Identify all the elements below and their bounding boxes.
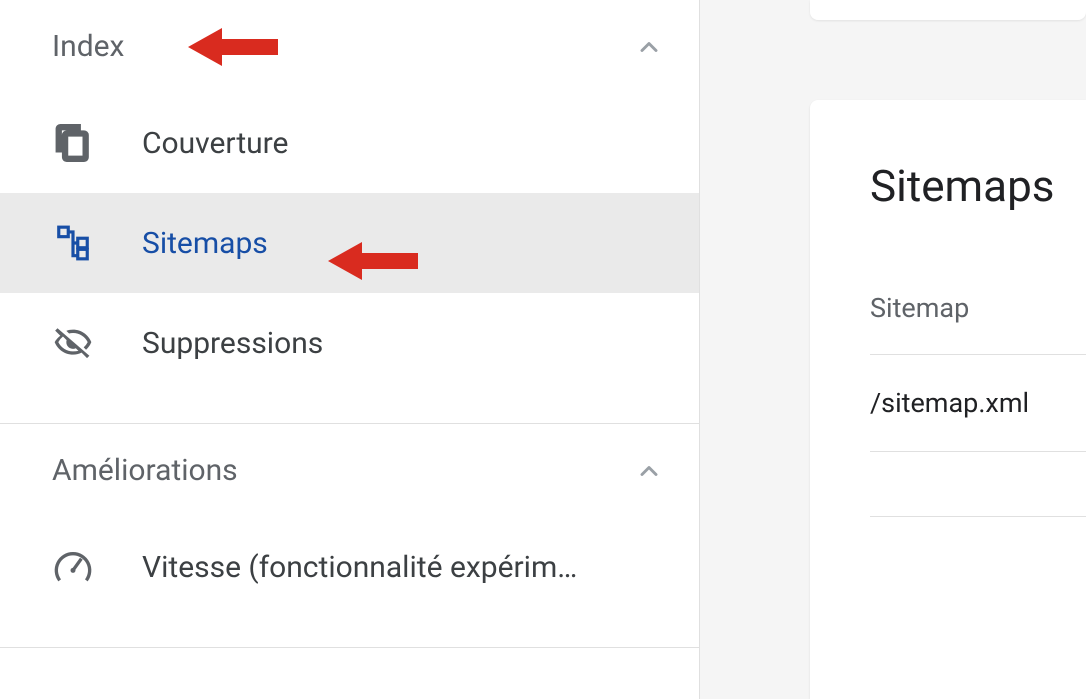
nav-item-label: Suppressions [142, 326, 669, 361]
card-title: Sitemaps [870, 160, 1086, 212]
nav-item-sitemaps[interactable]: Sitemaps [0, 193, 699, 293]
nav-item-vitesse[interactable]: Vitesse (fonctionnalité expérim… [0, 517, 699, 617]
section-title: Index [52, 29, 124, 64]
sitemap-icon [52, 222, 94, 264]
visibility-off-icon [52, 322, 94, 364]
nav-item-label: Sitemaps [142, 226, 669, 261]
section-header-index[interactable]: Index [0, 0, 699, 93]
sidebar: Index Couverture Sitemaps Supp [0, 0, 700, 699]
section-title: Améliorations [52, 453, 238, 488]
nav-item-label: Vitesse (fonctionnalité expérim… [142, 550, 669, 585]
chevron-up-icon [635, 457, 663, 485]
nav-item-couverture[interactable]: Couverture [0, 93, 699, 193]
chevron-up-icon [635, 33, 663, 61]
sitemap-path: /sitemap.xml [870, 387, 1029, 419]
table-column-header: Sitemap [870, 292, 1086, 355]
table-row[interactable] [870, 452, 1086, 517]
sitemaps-card: Sitemaps Sitemap /sitemap.xml [810, 100, 1086, 699]
main-content: Sitemaps Sitemap /sitemap.xml [700, 0, 1086, 699]
speed-icon [52, 546, 94, 588]
divider [0, 647, 699, 648]
nav-item-label: Couverture [142, 126, 669, 161]
pages-icon [52, 122, 94, 164]
table-row[interactable]: /sitemap.xml [870, 355, 1086, 452]
card-top-sliver [810, 0, 1086, 20]
nav-item-suppressions[interactable]: Suppressions [0, 293, 699, 393]
section-header-ameliorations[interactable]: Améliorations [0, 424, 699, 517]
